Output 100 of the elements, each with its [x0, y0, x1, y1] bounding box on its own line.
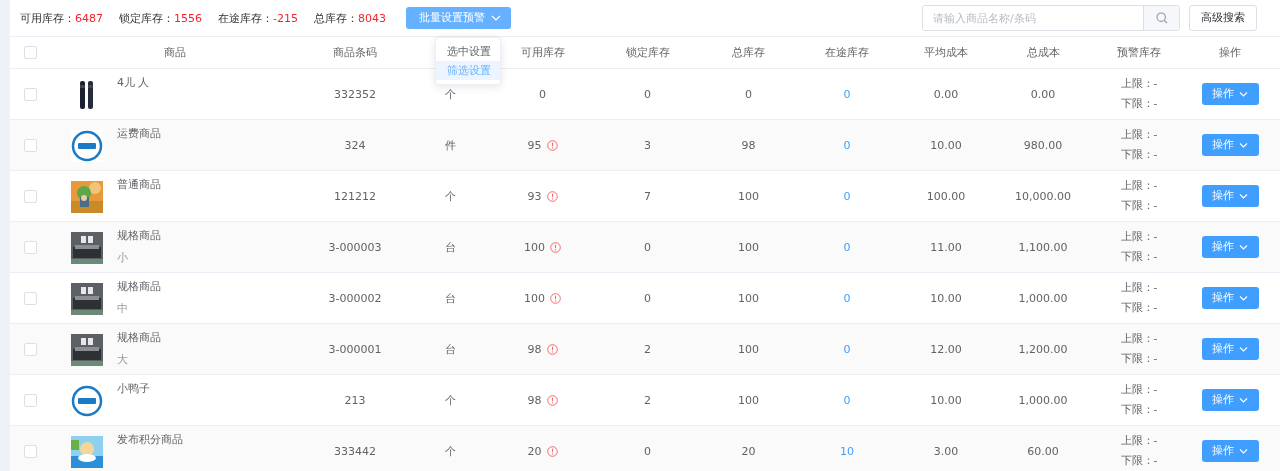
product-name: 普通商品	[117, 177, 161, 192]
table-cell: 3	[644, 138, 651, 152]
upper-limit: 上限：-	[1120, 179, 1158, 193]
table-cell: 个	[444, 392, 456, 408]
lower-limit: 下限：-	[1120, 403, 1158, 417]
table-cell: 7	[644, 189, 651, 203]
product-name: 运费商品	[117, 126, 161, 141]
row-checkbox[interactable]	[23, 342, 37, 356]
caret-icon	[1239, 295, 1248, 301]
product-name: 发布积分商品	[117, 432, 183, 447]
row-checkbox[interactable]	[23, 138, 37, 152]
upper-limit: 上限：-	[1120, 128, 1158, 142]
transit-link[interactable]: 0	[843, 189, 851, 203]
action-button[interactable]: 操作	[1201, 83, 1259, 105]
table-cell: 0	[539, 87, 546, 101]
table-cell: 3-000003	[328, 240, 382, 254]
row-checkbox[interactable]	[23, 189, 37, 203]
table-cell: 20	[527, 444, 542, 458]
transit-link[interactable]: 0	[843, 138, 851, 152]
transit-link[interactable]: 0	[843, 240, 851, 254]
caret-icon	[1239, 397, 1248, 403]
caret-icon	[1239, 244, 1248, 250]
upper-limit: 上限：-	[1120, 332, 1158, 346]
column-header: 平均成本	[924, 45, 968, 60]
table-cell: 98	[741, 138, 756, 152]
summary-label: 锁定库存：	[119, 10, 174, 26]
action-button[interactable]: 操作	[1201, 185, 1259, 207]
row-checkbox[interactable]	[23, 444, 37, 458]
table-cell: 台	[444, 341, 456, 357]
transit-link[interactable]: 0	[843, 87, 851, 101]
column-header: 预警库存	[1117, 45, 1161, 60]
lower-limit: 下限：-	[1120, 454, 1158, 468]
table-cell: 3.00	[933, 444, 959, 458]
product-spec: 小	[117, 250, 129, 265]
batch-warning-button[interactable]: 批量设置预警	[405, 7, 511, 29]
menu-item[interactable]: 选中设置	[435, 42, 500, 61]
action-button[interactable]: 操作	[1201, 389, 1259, 411]
column-header: 锁定库存	[625, 45, 670, 60]
column-header: 总成本	[1026, 45, 1060, 60]
table-cell: 11.00	[930, 240, 962, 254]
search-button[interactable]	[1143, 6, 1179, 30]
action-button[interactable]: 操作	[1201, 287, 1259, 309]
table-cell: 件	[444, 137, 456, 153]
product-name: 4儿 人	[117, 75, 150, 90]
select-all-checkbox[interactable]	[23, 46, 37, 59]
table-cell: 3-000001	[328, 342, 382, 356]
transit-link[interactable]: 0	[843, 393, 851, 407]
table-cell: 个	[444, 188, 456, 204]
row-checkbox[interactable]	[23, 291, 37, 305]
upper-limit: 上限：-	[1120, 230, 1158, 244]
summary-value: 6487	[75, 11, 103, 25]
column-header: 在途库存	[825, 45, 869, 60]
column-header: 操作	[1219, 45, 1241, 60]
table-cell: 1,000.00	[1018, 291, 1068, 305]
row-checkbox[interactable]	[23, 240, 37, 254]
table-cell: 0.00	[933, 87, 959, 101]
lower-limit: 下限：-	[1120, 148, 1158, 162]
transit-link[interactable]: 0	[843, 291, 851, 305]
column-header: 商品	[164, 45, 186, 60]
table-cell: 1,200.00	[1018, 342, 1068, 356]
action-button[interactable]: 操作	[1201, 236, 1259, 258]
table-cell: 98	[527, 393, 542, 407]
lower-limit: 下限：-	[1120, 301, 1158, 315]
table-cell: 个	[444, 86, 456, 102]
caret-icon	[1239, 91, 1248, 97]
table-cell: 0	[644, 291, 651, 305]
table-cell: 个	[444, 443, 456, 459]
action-button[interactable]: 操作	[1201, 440, 1259, 462]
upper-limit: 上限：-	[1120, 77, 1158, 91]
summary-value: 8043	[357, 11, 386, 25]
table-cell: 12.00	[930, 342, 962, 356]
product-name: 小鸭子	[117, 381, 150, 396]
table-cell: 213	[344, 393, 366, 407]
transit-link[interactable]: 10	[840, 444, 854, 458]
table-cell: 3-000002	[328, 291, 382, 305]
table-cell: 0	[745, 87, 752, 101]
column-header: 商品条码	[333, 45, 377, 60]
lower-limit: 下限：-	[1120, 199, 1158, 213]
column-header: 总库存	[732, 45, 765, 60]
caret-icon	[1239, 142, 1248, 148]
row-checkbox[interactable]	[23, 87, 37, 101]
menu-item[interactable]: 筛选设置	[435, 61, 500, 80]
lower-limit: 下限：-	[1120, 352, 1158, 366]
caret-icon	[1239, 346, 1248, 352]
summary-label: 可用库存：	[20, 10, 75, 26]
search-field[interactable]: 请输入商品名称/条码	[922, 5, 1180, 31]
action-button[interactable]: 操作	[1201, 338, 1259, 360]
table-cell: 332352	[334, 87, 376, 101]
summary-value: -215	[273, 11, 298, 25]
upper-limit: 上限：-	[1120, 383, 1158, 397]
product-name: 规格商品	[117, 228, 161, 243]
transit-link[interactable]: 0	[843, 342, 851, 356]
caret-icon	[1239, 193, 1248, 199]
table-cell: 0	[644, 87, 651, 101]
advanced-search-button[interactable]: 高级搜索	[1189, 5, 1257, 31]
table-cell: 10.00	[930, 138, 962, 152]
table-cell: 0.00	[1030, 87, 1056, 101]
table-cell: 台	[444, 239, 456, 255]
row-checkbox[interactable]	[23, 393, 37, 407]
action-button[interactable]: 操作	[1201, 134, 1259, 156]
